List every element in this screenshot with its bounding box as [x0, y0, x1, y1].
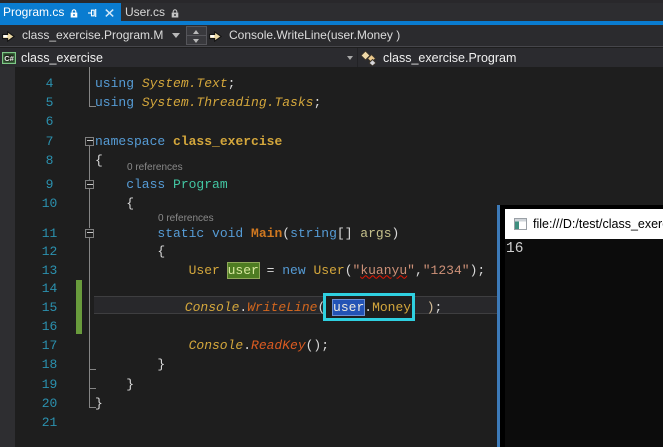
svg-text:C#: C#	[4, 54, 14, 63]
